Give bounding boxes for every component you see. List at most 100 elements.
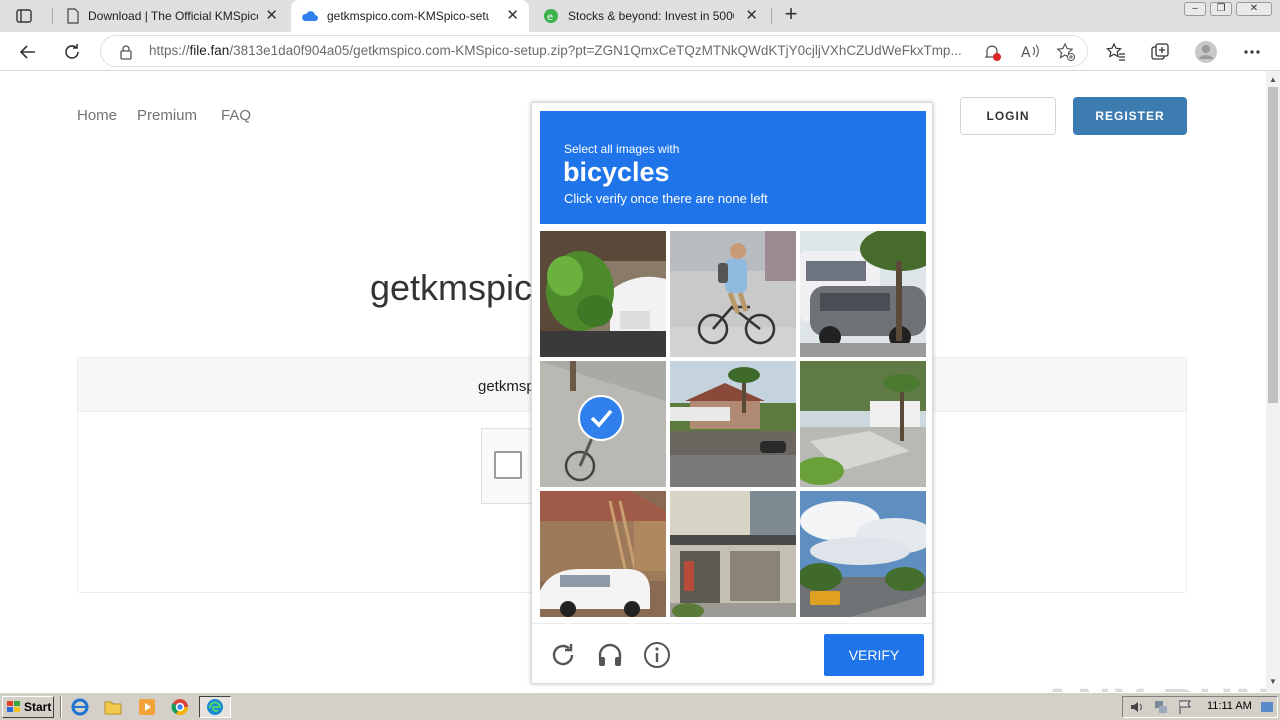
favorites-button[interactable] <box>1102 38 1130 66</box>
captcha-footer: VERIFY <box>532 623 932 685</box>
headphones-icon <box>598 643 622 666</box>
lock-icon[interactable] <box>115 41 137 63</box>
nav-faq-link[interactable]: FAQ <box>221 107 251 124</box>
nav-home-link[interactable]: Home <box>77 107 117 124</box>
bus-and-car-under-tree-image <box>800 231 926 357</box>
file-name: getkmsp <box>478 378 535 395</box>
captcha-challenge: Select all images with bicycles Click ve… <box>531 102 933 684</box>
cloudy-sky-with-bus-image <box>800 491 926 617</box>
nav-premium-link[interactable]: Premium <box>137 107 197 124</box>
refresh-icon <box>65 44 79 59</box>
tab-actions-icon <box>16 9 32 23</box>
tab-getkmspico-setup[interactable]: getkmspico.com-KMSpico-setup ✕ <box>291 0 529 32</box>
shop-front-image <box>670 491 796 617</box>
tab-kmspico-download[interactable]: Download | The Official KMSpico ✕ <box>56 0 288 32</box>
collections-icon <box>1151 43 1169 60</box>
clock: 11:11 AM <box>1207 700 1252 712</box>
captcha-checkbox[interactable] <box>494 451 522 479</box>
network-icon[interactable] <box>1151 697 1171 717</box>
tab-actions-button[interactable] <box>0 0 48 32</box>
captcha-tile-bicycle-on-pavement[interactable] <box>540 361 666 487</box>
info-icon <box>644 642 670 668</box>
svg-text:e: e <box>547 12 553 23</box>
more-dots-icon <box>1244 50 1260 54</box>
close-icon[interactable]: ✕ <box>506 8 519 24</box>
tab-separator <box>771 8 772 24</box>
stocks-favicon-icon: e <box>544 9 558 23</box>
page-title: getkmspico <box>370 267 553 308</box>
avatar <box>1195 41 1217 63</box>
back-button[interactable] <box>14 38 42 66</box>
cyclist-on-street-image <box>670 231 796 357</box>
new-tab-button[interactable]: + <box>780 3 802 26</box>
show-desktop-icon[interactable] <box>1257 697 1277 717</box>
captcha-tile-shop-front[interactable] <box>670 491 796 617</box>
chrome-icon[interactable] <box>170 697 190 717</box>
tab-title: Download | The Official KMSpico <box>88 9 258 23</box>
add-favorite-icon[interactable] <box>1055 41 1077 63</box>
url-prefix: https:// <box>149 43 190 58</box>
tab-separator <box>52 8 53 24</box>
scroll-down-icon[interactable]: ▼ <box>1269 677 1277 686</box>
taskbar-separator <box>60 696 62 718</box>
url-host: file.fan <box>189 43 230 58</box>
tab-strip: Download | The Official KMSpico ✕ getkms… <box>0 0 1280 32</box>
captcha-prompt: Select all images with <box>564 142 680 156</box>
close-icon[interactable]: ✕ <box>265 8 278 24</box>
captcha-tile-cloudy-sky-with-bus[interactable] <box>800 491 926 617</box>
read-aloud-icon[interactable]: A <box>1019 41 1041 63</box>
page-icon <box>67 8 79 24</box>
internet-explorer-icon[interactable] <box>70 697 90 717</box>
captcha-tile-cyclist-on-street[interactable] <box>670 231 796 357</box>
start-button[interactable]: Start <box>2 696 54 718</box>
edge-taskbar-button[interactable] <box>199 696 231 718</box>
captcha-instruction: Click verify once there are none left <box>564 191 768 206</box>
scrollbar-thumb[interactable] <box>1268 87 1278 403</box>
tab-stocks[interactable]: e Stocks & beyond: Invest in 5000 ✕ <box>532 0 768 32</box>
refresh-button[interactable] <box>58 38 86 66</box>
volume-icon[interactable] <box>1127 697 1147 717</box>
captcha-tile-plaza-with-palm-tree[interactable] <box>800 361 926 487</box>
address-bar[interactable]: https://file.fan/3813e1da0f904a05/getkms… <box>100 35 1088 67</box>
action-center-flag-icon[interactable] <box>1175 697 1195 717</box>
verify-button[interactable]: VERIFY <box>824 634 924 676</box>
minimize-button[interactable]: ‒ <box>1184 2 1206 16</box>
profile-button[interactable] <box>1192 38 1220 66</box>
anyrun-watermark: ANY RUN <box>1040 679 1266 692</box>
register-button[interactable]: REGISTER <box>1073 97 1187 135</box>
tab-title: Stocks & beyond: Invest in 5000 <box>568 9 734 23</box>
page-scrollbar[interactable]: ▲ ▼ <box>1266 71 1280 692</box>
restore-button[interactable]: ❐ <box>1210 2 1232 16</box>
settings-more-button[interactable] <box>1238 38 1266 66</box>
favorites-icon <box>1106 42 1125 61</box>
refresh-challenge-button[interactable] <box>548 640 578 670</box>
start-label: Start <box>24 700 52 714</box>
login-button[interactable]: LOGIN <box>960 97 1056 135</box>
audio-challenge-button[interactable] <box>595 640 625 670</box>
captcha-header: Select all images with bicycles Click ve… <box>540 111 926 224</box>
windows-logo-icon <box>7 701 20 712</box>
url-text[interactable]: https://file.fan/3813e1da0f904a05/getkms… <box>149 36 971 66</box>
captcha-tile-car-by-wooden-shed[interactable] <box>540 491 666 617</box>
media-player-icon[interactable] <box>137 697 157 717</box>
info-button[interactable] <box>642 640 672 670</box>
captcha-tile-building-with-palm-tree[interactable] <box>670 361 796 487</box>
file-explorer-icon[interactable] <box>103 697 123 717</box>
captcha-tile-plant-and-car[interactable] <box>540 231 666 357</box>
scroll-up-icon[interactable]: ▲ <box>1269 75 1277 84</box>
edge-icon <box>207 699 223 715</box>
taskbar: Start 11:11 AM <box>0 692 1280 720</box>
close-icon[interactable]: ✕ <box>745 8 758 24</box>
system-tray: 11:11 AM <box>1122 696 1278 718</box>
captcha-tile-bus-and-car-under-tree[interactable] <box>800 231 926 357</box>
collections-button[interactable] <box>1146 38 1174 66</box>
cloud-icon <box>302 11 318 21</box>
captcha-subject: bicycles <box>563 157 670 187</box>
close-window-button[interactable]: ✕ <box>1236 2 1272 16</box>
blocked-notification-icon[interactable] <box>981 41 1003 63</box>
plaza-with-palm-tree-image <box>800 361 926 487</box>
car-by-wooden-shed-image <box>540 491 666 617</box>
back-arrow-icon <box>19 45 35 59</box>
url-path: /3813e1da0f904a05/getkmspico.com-KMSpico… <box>229 43 962 58</box>
tab-title: getkmspico.com-KMSpico-setup <box>327 9 489 23</box>
